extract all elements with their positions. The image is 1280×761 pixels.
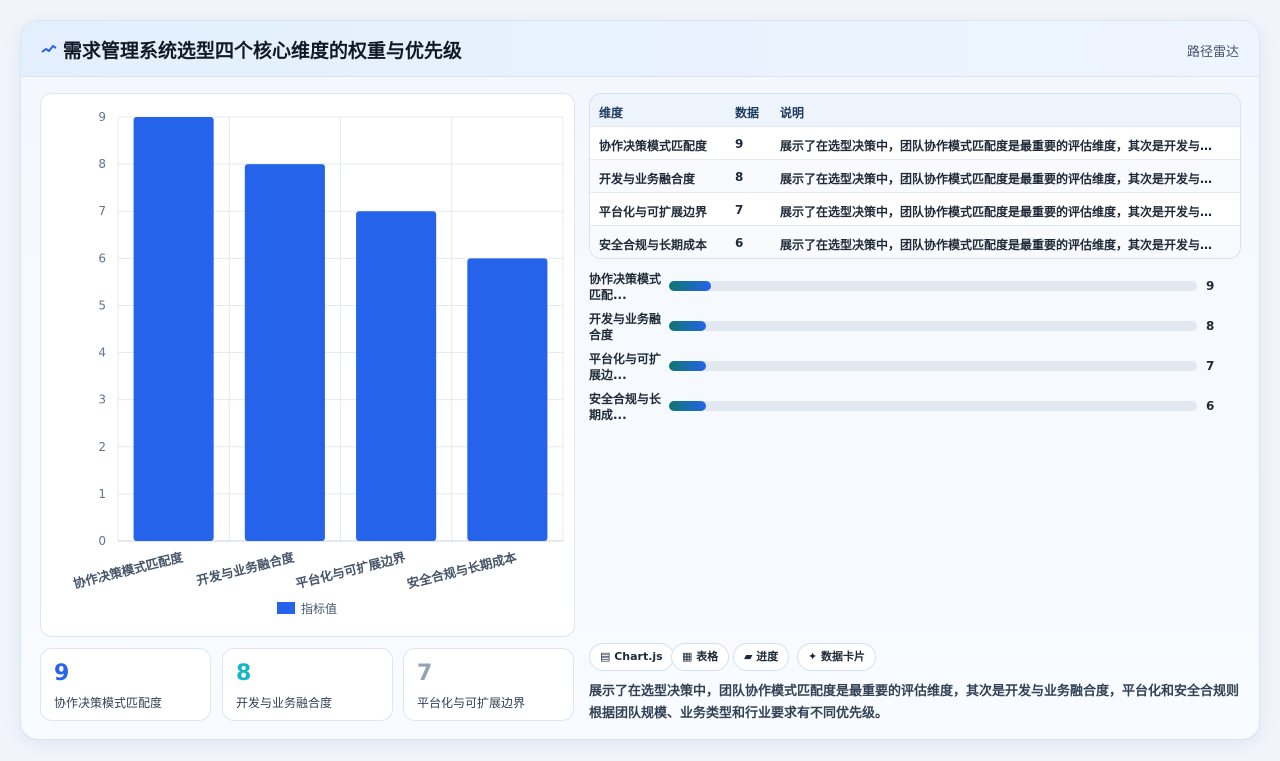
summary-text: 展示了在选型决策中，团队协作模式匹配度是最重要的评估维度，其次是开发与业务融合度…	[589, 684, 1240, 721]
x-tick-label: 协作决策模式匹配度	[72, 549, 185, 591]
stat-card-1: 9 协作决策模式匹配度	[40, 648, 211, 721]
chip-table[interactable]: ▦ 表格	[671, 643, 730, 671]
stat-value: 7	[417, 661, 433, 686]
stat-label: 开发与业务融合度	[236, 696, 333, 710]
bar	[467, 258, 548, 541]
chip-data-cards[interactable]: ✦ 数据卡片	[797, 643, 877, 671]
stat-label: 协作决策模式匹配度	[54, 696, 163, 710]
progress-row: 平台化与可扩展边... 7	[589, 351, 1229, 385]
progress-label: 开发与业务融合度	[589, 312, 662, 342]
progress-track	[669, 281, 1197, 291]
stat-card-2: 8 开发与业务融合度	[222, 648, 393, 721]
progress-fill	[669, 281, 712, 291]
table-cell-dimension: 协作决策模式匹配度	[599, 139, 708, 153]
y-tick-label: 8	[98, 157, 106, 171]
progress-value: 8	[1206, 319, 1215, 333]
bar	[133, 117, 214, 541]
trend-line-icon	[41, 45, 57, 53]
table-cell-description: 展示了在选型决策中，团队协作模式匹配度是最重要的评估维度，其次是开发与业务融合度…	[780, 172, 1220, 186]
progress-fill	[669, 321, 706, 331]
dashboard-card: 需求管理系统选型四个核心维度的权重与优先级 路径雷达 0 1 2 3 4 5 6 7 8 9 协作决…	[20, 20, 1260, 740]
page-title: 需求管理系统选型四个核心维度的权重与优先级	[63, 40, 463, 62]
y-tick-label: 9	[98, 110, 106, 124]
column-header: 维度	[599, 106, 624, 120]
x-tick-label: 平台化与可扩展边界	[294, 549, 407, 591]
data-table: 维度 数据 说明 协作决策模式匹配度 9 展示了在选型决策中，团队协作模式匹配度…	[589, 93, 1241, 259]
bar-chart-panel: 0 1 2 3 4 5 6 7 8 9 协作决策模式匹配度 开发与业务融合度 平台化与可扩展边界 安全合规…	[40, 93, 575, 637]
y-tick-label: 5	[98, 298, 106, 312]
table-row: 平台化与可扩展边界 7 展示了在选型决策中，团队协作模式匹配度是最重要的评估维度…	[590, 193, 1240, 226]
y-tick-label: 0	[98, 534, 106, 548]
progress-value: 6	[1206, 399, 1215, 413]
y-tick-label: 7	[98, 204, 106, 218]
chip-progress[interactable]: ▰ 进度	[733, 643, 790, 671]
path-radar-link[interactable]: 路径雷达	[1187, 41, 1239, 60]
progress-row: 安全合规与长期成... 6	[589, 391, 1229, 425]
stat-label: 平台化与可扩展边界	[417, 696, 526, 710]
legend-swatch	[277, 602, 295, 614]
stat-value: 8	[236, 661, 252, 686]
progress-fill	[669, 361, 706, 371]
table-cell-description: 展示了在选型决策中，团队协作模式匹配度是最重要的评估维度，其次是开发与业务融合度…	[780, 139, 1220, 153]
table-cell-description: 展示了在选型决策中，团队协作模式匹配度是最重要的评估维度，其次是开发与业务融合度…	[780, 238, 1220, 252]
y-tick-label: 1	[98, 487, 106, 501]
x-tick-label: 开发与业务融合度	[195, 549, 296, 588]
progress-row: 开发与业务融合度 8	[589, 311, 1229, 345]
bar	[244, 164, 325, 541]
y-tick-label: 4	[98, 346, 106, 360]
legend-label: 指标值	[301, 602, 338, 616]
table-cell-value: 8	[735, 170, 744, 184]
x-tick-label: 安全合规与长期成本	[405, 549, 518, 591]
progress-fill	[669, 401, 706, 411]
table-header-row: 维度 数据 说明	[590, 94, 1240, 127]
table-cell-value: 7	[735, 203, 744, 217]
stat-card-3: 7 平台化与可扩展边界	[403, 648, 574, 721]
progress-track	[669, 401, 1197, 411]
table-row: 协作决策模式匹配度 9 展示了在选型决策中，团队协作模式匹配度是最重要的评估维度…	[590, 127, 1240, 160]
chip-chartjs[interactable]: ▤ Chart.js	[589, 643, 674, 671]
progress-value: 9	[1206, 279, 1215, 293]
table-cell-value: 6	[735, 236, 744, 250]
column-header: 说明	[780, 106, 805, 120]
table-cell-dimension: 安全合规与长期成本	[599, 238, 708, 252]
progress-track	[669, 321, 1197, 331]
progress-label: 平台化与可扩展边...	[589, 352, 662, 382]
bar	[356, 211, 437, 541]
progress-track	[669, 361, 1197, 371]
table-cell-value: 9	[735, 137, 744, 151]
table-row: 开发与业务融合度 8 展示了在选型决策中，团队协作模式匹配度是最重要的评估维度，…	[590, 160, 1240, 193]
progress-value: 7	[1206, 359, 1215, 373]
stat-value: 9	[54, 661, 70, 686]
table-cell-description: 展示了在选型决策中，团队协作模式匹配度是最重要的评估维度，其次是开发与业务融合度…	[780, 205, 1220, 219]
progress-row: 协作决策模式匹配... 9	[589, 271, 1229, 305]
table-cell-dimension: 平台化与可扩展边界	[599, 205, 708, 219]
header: 需求管理系统选型四个核心维度的权重与优先级 路径雷达	[21, 21, 1259, 77]
progress-label: 协作决策模式匹配...	[589, 272, 662, 302]
progress-label: 安全合规与长期成...	[589, 392, 662, 422]
table-cell-dimension: 开发与业务融合度	[599, 172, 696, 186]
y-tick-label: 6	[98, 251, 106, 265]
bar-chart: 0 1 2 3 4 5 6 7 8 9 协作决策模式匹配度 开发与业务融合度平台化与可扩展边界安全合规…	[72, 110, 564, 591]
column-header: 数据	[735, 106, 760, 120]
y-tick-label: 2	[98, 440, 106, 454]
table-row: 安全合规与长期成本 6 展示了在选型决策中，团队协作模式匹配度是最重要的评估维度…	[590, 226, 1240, 258]
y-tick-label: 3	[98, 393, 106, 407]
